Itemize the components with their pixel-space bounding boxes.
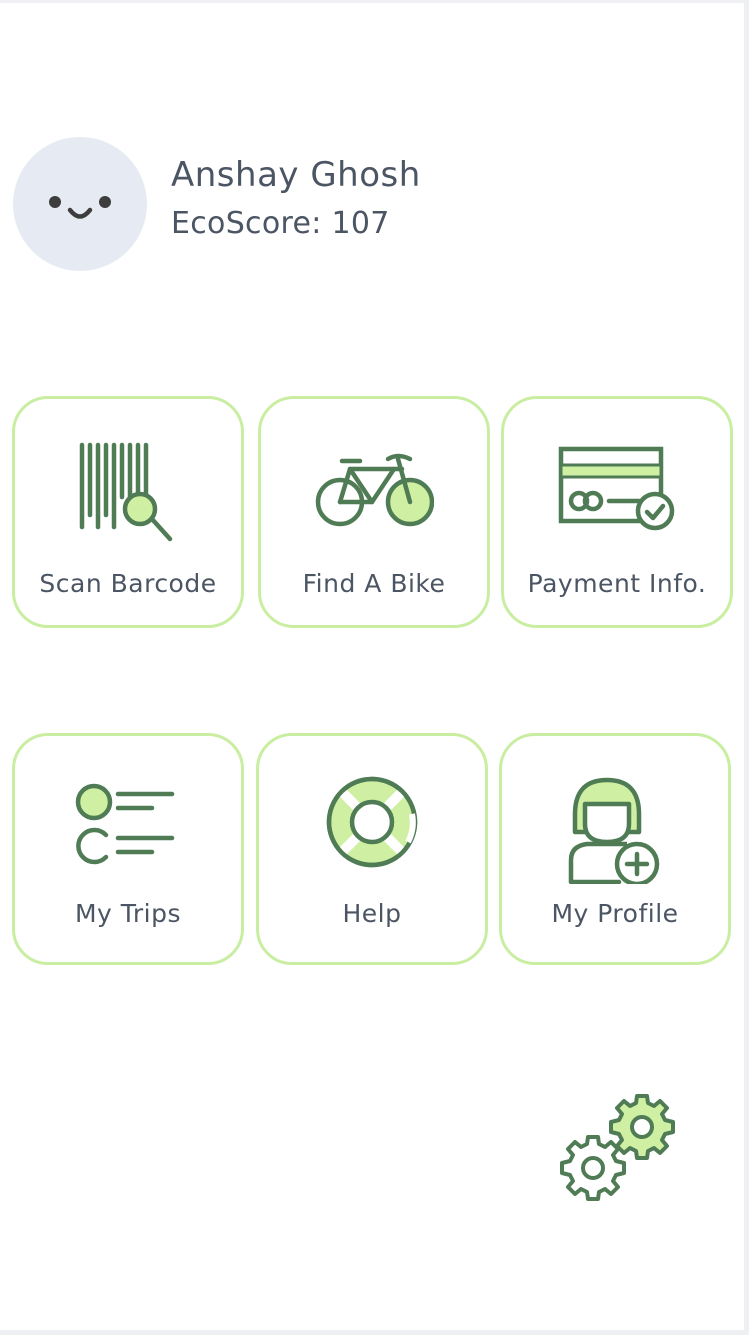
my-profile-tile[interactable]: My Profile bbox=[499, 733, 731, 965]
tile-label: Help bbox=[342, 899, 402, 928]
settings-gears-icon[interactable] bbox=[558, 1091, 678, 1203]
bicycle-icon bbox=[315, 453, 434, 527]
help-tile[interactable]: Help bbox=[256, 733, 488, 965]
add-user-icon bbox=[568, 777, 660, 884]
tile-label: My Profile bbox=[551, 899, 679, 928]
tile-label: My Trips bbox=[74, 899, 182, 928]
trips-list-icon bbox=[75, 783, 175, 865]
smiley-face-icon bbox=[49, 196, 111, 219]
avatar[interactable] bbox=[13, 137, 147, 271]
payment-info-tile[interactable]: Payment Info. bbox=[501, 396, 733, 628]
app-screen: Anshay Ghosh EcoScore: 107 Scan Barcode bbox=[0, 0, 749, 1335]
user-name: Anshay Ghosh bbox=[171, 155, 421, 195]
barcode-scan-icon bbox=[79, 442, 173, 542]
tile-label: Scan Barcode bbox=[39, 569, 217, 598]
eco-score: EcoScore: 107 bbox=[171, 206, 390, 241]
credit-card-icon bbox=[558, 446, 675, 531]
my-trips-tile[interactable]: My Trips bbox=[12, 733, 244, 965]
lifebuoy-icon bbox=[326, 776, 418, 868]
tile-label: Find A Bike bbox=[302, 569, 446, 598]
scan-barcode-tile[interactable]: Scan Barcode bbox=[12, 396, 244, 628]
find-bike-tile[interactable]: Find A Bike bbox=[258, 396, 490, 628]
tile-label: Payment Info. bbox=[527, 569, 707, 598]
